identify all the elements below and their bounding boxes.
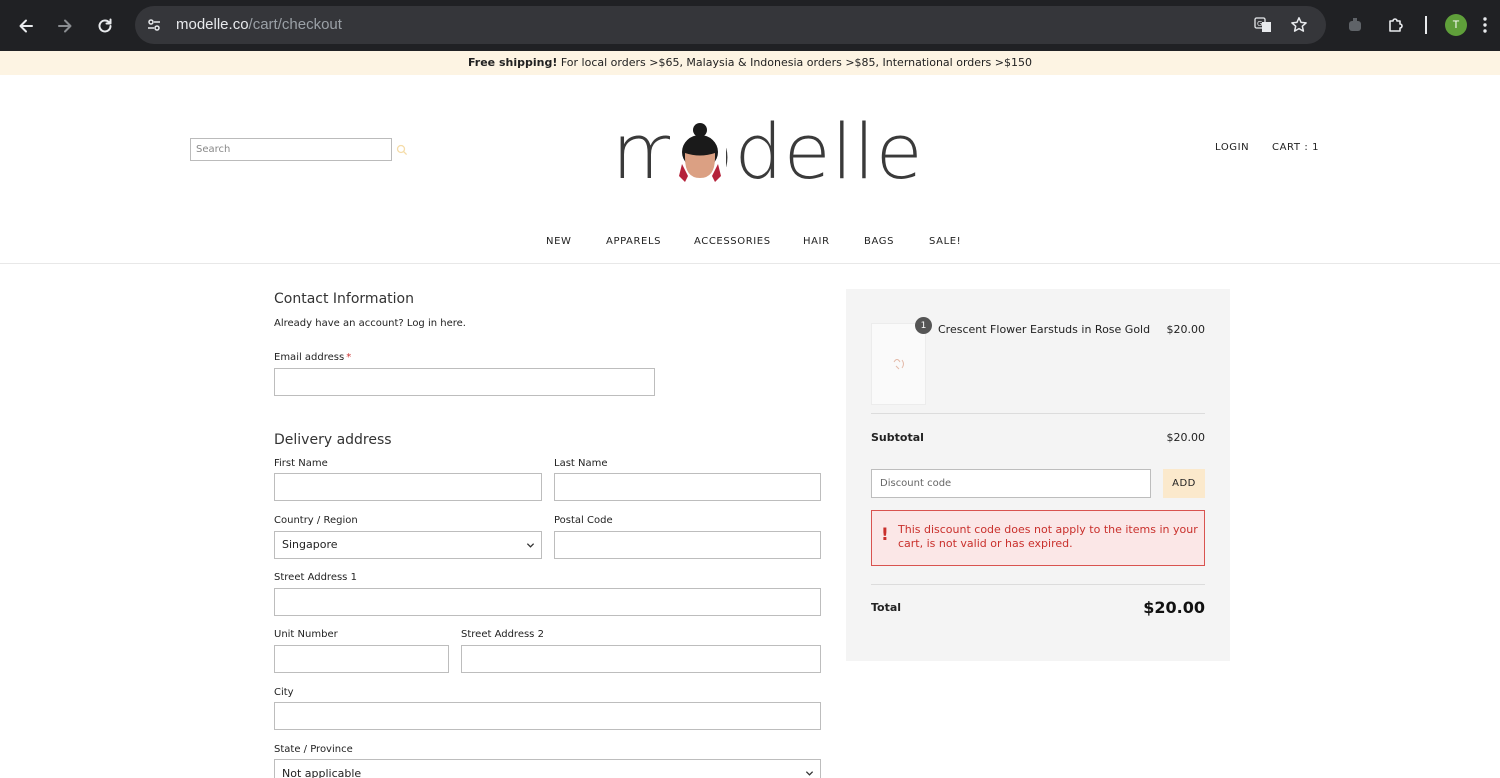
unit-number-label: Unit Number: [274, 629, 338, 640]
add-discount-button[interactable]: ADD: [1163, 469, 1205, 498]
required-marker: *: [346, 352, 352, 363]
product-thumbnail: [871, 323, 926, 405]
country-label: Country / Region: [274, 515, 358, 526]
discount-error-message: This discount code does not apply to the…: [898, 523, 1198, 550]
promo-text: For local orders >$65, Malaysia & Indone…: [557, 56, 1032, 69]
unit-number-field[interactable]: [274, 645, 449, 673]
reload-icon[interactable]: [92, 13, 118, 39]
state-province-select[interactable]: Not applicable: [274, 759, 821, 778]
earstuds-image-icon: [893, 359, 904, 370]
summary-divider: [871, 584, 1205, 585]
site-settings-icon[interactable]: [144, 15, 164, 35]
login-prompt-link[interactable]: Already have an account? Log in here.: [274, 318, 466, 329]
free-shipping-banner: Free shipping! For local orders >$65, Ma…: [0, 51, 1500, 75]
street-address-1-field[interactable]: [274, 588, 821, 616]
translate-icon[interactable]: G: [1253, 15, 1273, 35]
nav-new[interactable]: NEW: [546, 236, 572, 247]
more-menu-icon[interactable]: [1477, 13, 1493, 37]
modelle-logo[interactable]: modelle: [612, 112, 923, 194]
forward-icon[interactable]: [52, 13, 78, 39]
header-divider: [0, 263, 1500, 264]
url-text: modelle.co/cart/checkout: [176, 6, 342, 44]
logo-text: modelle: [612, 107, 924, 196]
email-label-text: Email address: [274, 352, 345, 363]
profile-avatar[interactable]: T: [1445, 14, 1467, 36]
quantity-badge: 1: [915, 317, 932, 334]
postal-code-label: Postal Code: [554, 515, 613, 526]
product-name: Crescent Flower Earstuds in Rose Gold: [938, 323, 1151, 336]
discount-code-input[interactable]: [871, 469, 1151, 498]
country-select[interactable]: Singapore: [274, 531, 542, 559]
state-province-label: State / Province: [274, 744, 353, 755]
toolbar-separator: [1425, 16, 1427, 34]
first-name-field[interactable]: [274, 473, 542, 501]
logo-face-icon: [670, 123, 726, 186]
search-input[interactable]: [190, 138, 392, 161]
city-field[interactable]: [274, 702, 821, 730]
email-field[interactable]: [274, 368, 655, 396]
nav-apparels[interactable]: APPARELS: [606, 236, 661, 247]
subtotal-label: Subtotal: [871, 431, 924, 444]
street-address-2-label: Street Address 2: [461, 629, 544, 640]
contact-information-heading: Contact Information: [274, 291, 414, 307]
browser-toolbar: modelle.co/cart/checkout G T: [0, 0, 1500, 51]
chevron-down-icon: [805, 771, 814, 776]
postal-code-field[interactable]: [554, 531, 821, 559]
nav-accessories[interactable]: ACCESSORIES: [694, 236, 771, 247]
total-label: Total: [871, 601, 902, 614]
order-summary-panel: 1 Crescent Flower Earstuds in Rose Gold …: [846, 289, 1230, 661]
delivery-address-heading: Delivery address: [274, 432, 392, 448]
search-icon[interactable]: [396, 141, 410, 156]
subtotal-value: $20.00: [1166, 431, 1206, 444]
extension-robot-icon[interactable]: [1343, 13, 1367, 37]
product-price: $20.00: [1166, 323, 1206, 336]
last-name-label: Last Name: [554, 458, 608, 469]
url-path: /cart/checkout: [248, 16, 342, 33]
extensions-puzzle-icon[interactable]: [1384, 13, 1408, 37]
total-value: $20.00: [1143, 598, 1205, 617]
bookmark-star-icon[interactable]: [1289, 15, 1309, 35]
address-bar[interactable]: modelle.co/cart/checkout G: [135, 6, 1326, 44]
back-icon[interactable]: [13, 13, 39, 39]
nav-bags[interactable]: BAGS: [864, 236, 894, 247]
search-form: [190, 137, 408, 161]
state-select-value: Not applicable: [282, 767, 362, 778]
main-navigation: NEW APPARELS ACCESSORIES HAIR BAGS SALE!: [0, 236, 1500, 250]
nav-sale[interactable]: SALE!: [929, 236, 961, 247]
street-address-2-field[interactable]: [461, 645, 821, 673]
error-exclamation-icon: !: [881, 525, 889, 545]
first-name-label: First Name: [274, 458, 328, 469]
svg-text:G: G: [1257, 20, 1262, 28]
city-label: City: [274, 687, 294, 698]
email-label: Email address *: [274, 352, 351, 363]
summary-divider: [871, 413, 1205, 414]
country-select-value: Singapore: [282, 538, 338, 551]
last-name-field[interactable]: [554, 473, 821, 501]
login-link[interactable]: LOGIN: [1215, 142, 1249, 153]
discount-error-alert: ! This discount code does not apply to t…: [871, 510, 1205, 566]
nav-hair[interactable]: HAIR: [803, 236, 830, 247]
cart-link[interactable]: CART : 1: [1272, 142, 1319, 153]
street-address-1-label: Street Address 1: [274, 572, 357, 583]
chevron-down-icon: [526, 543, 535, 548]
promo-bold-text: Free shipping!: [467, 56, 558, 69]
url-host: modelle.co: [176, 16, 249, 33]
